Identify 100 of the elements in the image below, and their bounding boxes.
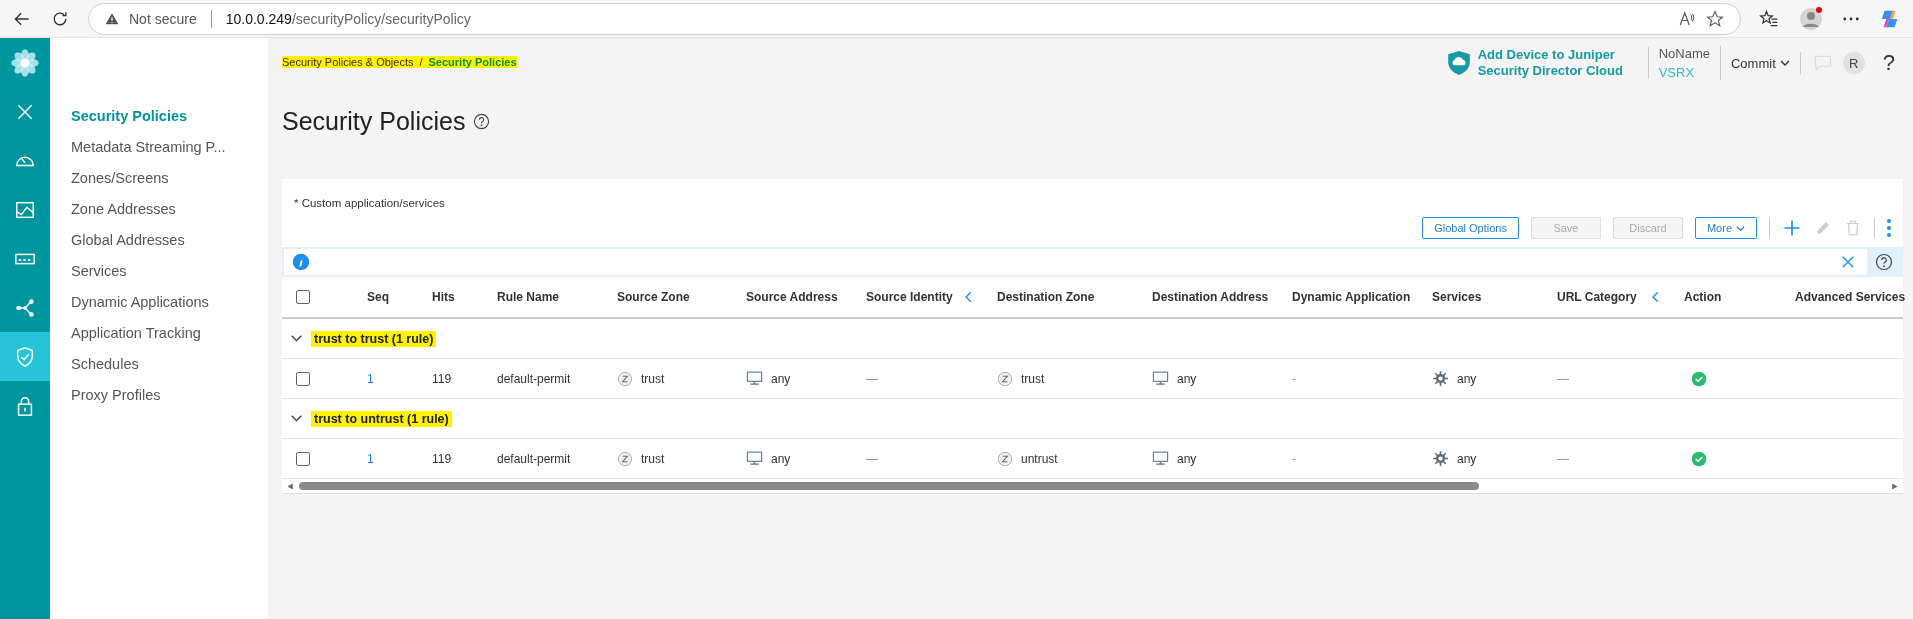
zone-icon bbox=[997, 450, 1013, 467]
help-icon bbox=[1875, 253, 1893, 271]
sidebar-item[interactable]: Proxy Profiles bbox=[50, 379, 268, 410]
monitor-icon bbox=[746, 450, 763, 467]
row-checkbox[interactable] bbox=[296, 371, 310, 386]
help-button[interactable] bbox=[1867, 249, 1901, 275]
table-cell: trust bbox=[1021, 371, 1045, 386]
monitor-icon bbox=[746, 370, 763, 387]
gear-icon bbox=[1432, 450, 1449, 467]
column-header[interactable]: Hits bbox=[432, 290, 455, 304]
column-header[interactable]: Dynamic Application bbox=[1292, 290, 1411, 304]
permit-check-icon bbox=[1691, 450, 1707, 467]
table-cell: any bbox=[1457, 451, 1477, 466]
row-checkbox[interactable] bbox=[296, 451, 310, 466]
zone-icon bbox=[617, 370, 633, 387]
edit-icon bbox=[1814, 219, 1832, 237]
column-header[interactable]: Source Address bbox=[746, 290, 838, 304]
scroll-right-icon bbox=[1890, 481, 1899, 491]
table-cell: any bbox=[771, 371, 791, 386]
column-header[interactable]: Seq bbox=[367, 290, 389, 304]
network-icon bbox=[14, 296, 36, 319]
info-icon bbox=[292, 253, 310, 271]
column-header[interactable]: Source Identity bbox=[866, 290, 953, 304]
page-title: Security Policies bbox=[282, 106, 466, 136]
toolbar-button[interactable]: Global Options bbox=[1422, 217, 1519, 239]
zone-icon bbox=[617, 450, 633, 467]
table-cell: default-permit bbox=[497, 371, 571, 386]
sidebar-item[interactable]: Zone Addresses bbox=[50, 193, 268, 224]
column-header[interactable]: Destination Address bbox=[1152, 290, 1269, 304]
sidebar-item[interactable]: Zones/Screens bbox=[50, 162, 268, 193]
sidebar-item[interactable]: Global Addresses bbox=[50, 224, 268, 255]
table-cell: 119 bbox=[432, 371, 452, 386]
breadcrumb-link[interactable]: Security Policies bbox=[428, 56, 517, 68]
column-header[interactable]: Services bbox=[1432, 290, 1482, 304]
monitor-icon bbox=[1152, 370, 1169, 387]
column-header[interactable]: Rule Name bbox=[497, 290, 560, 304]
sequence-link[interactable]: 1 bbox=[367, 451, 374, 466]
table-cell: — bbox=[866, 451, 878, 466]
horizontal-scrollbar[interactable] bbox=[299, 482, 1479, 490]
column-header[interactable]: Action bbox=[1684, 290, 1722, 304]
shield-icon bbox=[14, 345, 36, 368]
rail-nav-item[interactable] bbox=[0, 332, 50, 381]
sidebar-item[interactable]: Dynamic Applications bbox=[50, 286, 268, 317]
table-cell: - bbox=[1292, 451, 1296, 466]
scroll-left-icon bbox=[286, 481, 295, 491]
table-cell: any bbox=[1177, 371, 1197, 386]
sequence-link[interactable]: 1 bbox=[367, 371, 374, 386]
table-cell: — bbox=[1557, 371, 1569, 386]
address-bar[interactable]: Not secure 10.0.0.249/securityPolicy/securityPolicy bbox=[88, 2, 1741, 35]
table-cell: trust bbox=[641, 371, 665, 386]
column-header[interactable]: URL Category bbox=[1557, 290, 1637, 304]
kebab-menu-icon[interactable] bbox=[1887, 219, 1891, 237]
sidebar-item[interactable]: Security Policies bbox=[50, 100, 268, 131]
device-name: NoName bbox=[1658, 46, 1710, 61]
table-cell: any bbox=[771, 451, 791, 466]
star-icon bbox=[1706, 9, 1724, 28]
column-header[interactable]: Source Zone bbox=[617, 290, 690, 304]
add-icon bbox=[1782, 218, 1802, 238]
sidebar-item[interactable]: Metadata Streaming P... bbox=[50, 131, 268, 162]
commit-button[interactable]: Commit bbox=[1720, 51, 1801, 75]
table-cell: untrust bbox=[1021, 451, 1058, 466]
table-cell: — bbox=[1557, 451, 1569, 466]
help-icon bbox=[473, 112, 491, 130]
help-button[interactable]: ? bbox=[1882, 50, 1895, 76]
sidebar-item[interactable]: Schedules bbox=[50, 348, 268, 379]
read-aloud-icon bbox=[1678, 9, 1696, 28]
column-header[interactable]: Destination Zone bbox=[997, 290, 1095, 304]
zone-icon bbox=[997, 370, 1013, 387]
table-cell: - bbox=[1292, 371, 1296, 386]
sidebar-item[interactable]: Application Tracking bbox=[50, 317, 268, 348]
device-model: VSRX bbox=[1658, 65, 1696, 80]
table-cell: 119 bbox=[432, 451, 452, 466]
user-avatar[interactable]: R bbox=[1842, 52, 1865, 74]
warning-icon bbox=[105, 11, 119, 26]
cloud-shield-icon bbox=[1445, 50, 1472, 76]
table-cell: trust bbox=[641, 451, 665, 466]
table-cell: default-permit bbox=[497, 451, 571, 466]
favorites-icon bbox=[1759, 8, 1779, 29]
caret-icon bbox=[1736, 225, 1745, 231]
breadcrumb-separator: / bbox=[419, 56, 423, 68]
breadcrumb-link[interactable]: Security Policies & Objects bbox=[282, 56, 414, 68]
table-cell: any bbox=[1457, 371, 1477, 386]
delete-icon bbox=[1844, 219, 1862, 237]
flower-logo-icon bbox=[10, 47, 40, 78]
rule-group-title: trust to untrust (1 rule) bbox=[311, 410, 452, 427]
more-dropdown[interactable]: More bbox=[1694, 217, 1757, 239]
table-cell: any bbox=[1177, 451, 1197, 466]
select-all-checkbox[interactable] bbox=[296, 290, 310, 304]
gear-icon bbox=[1432, 370, 1449, 387]
more-icon[interactable] bbox=[1843, 16, 1859, 21]
profile-icon bbox=[1799, 6, 1823, 31]
table-cell: — bbox=[866, 371, 878, 386]
rule-group-title: trust to trust (1 rule) bbox=[311, 330, 437, 347]
column-header[interactable]: Advanced Services bbox=[1795, 290, 1906, 304]
monitor-icon bbox=[1152, 450, 1169, 467]
security-label: Not secure bbox=[129, 10, 197, 27]
custom-services-note: * Custom application/services bbox=[294, 197, 445, 211]
permit-check-icon bbox=[1691, 370, 1707, 387]
sidebar-item[interactable]: Services bbox=[50, 255, 268, 286]
url-text: 10.0.0.249/securityPolicy/securityPolicy bbox=[225, 10, 471, 27]
